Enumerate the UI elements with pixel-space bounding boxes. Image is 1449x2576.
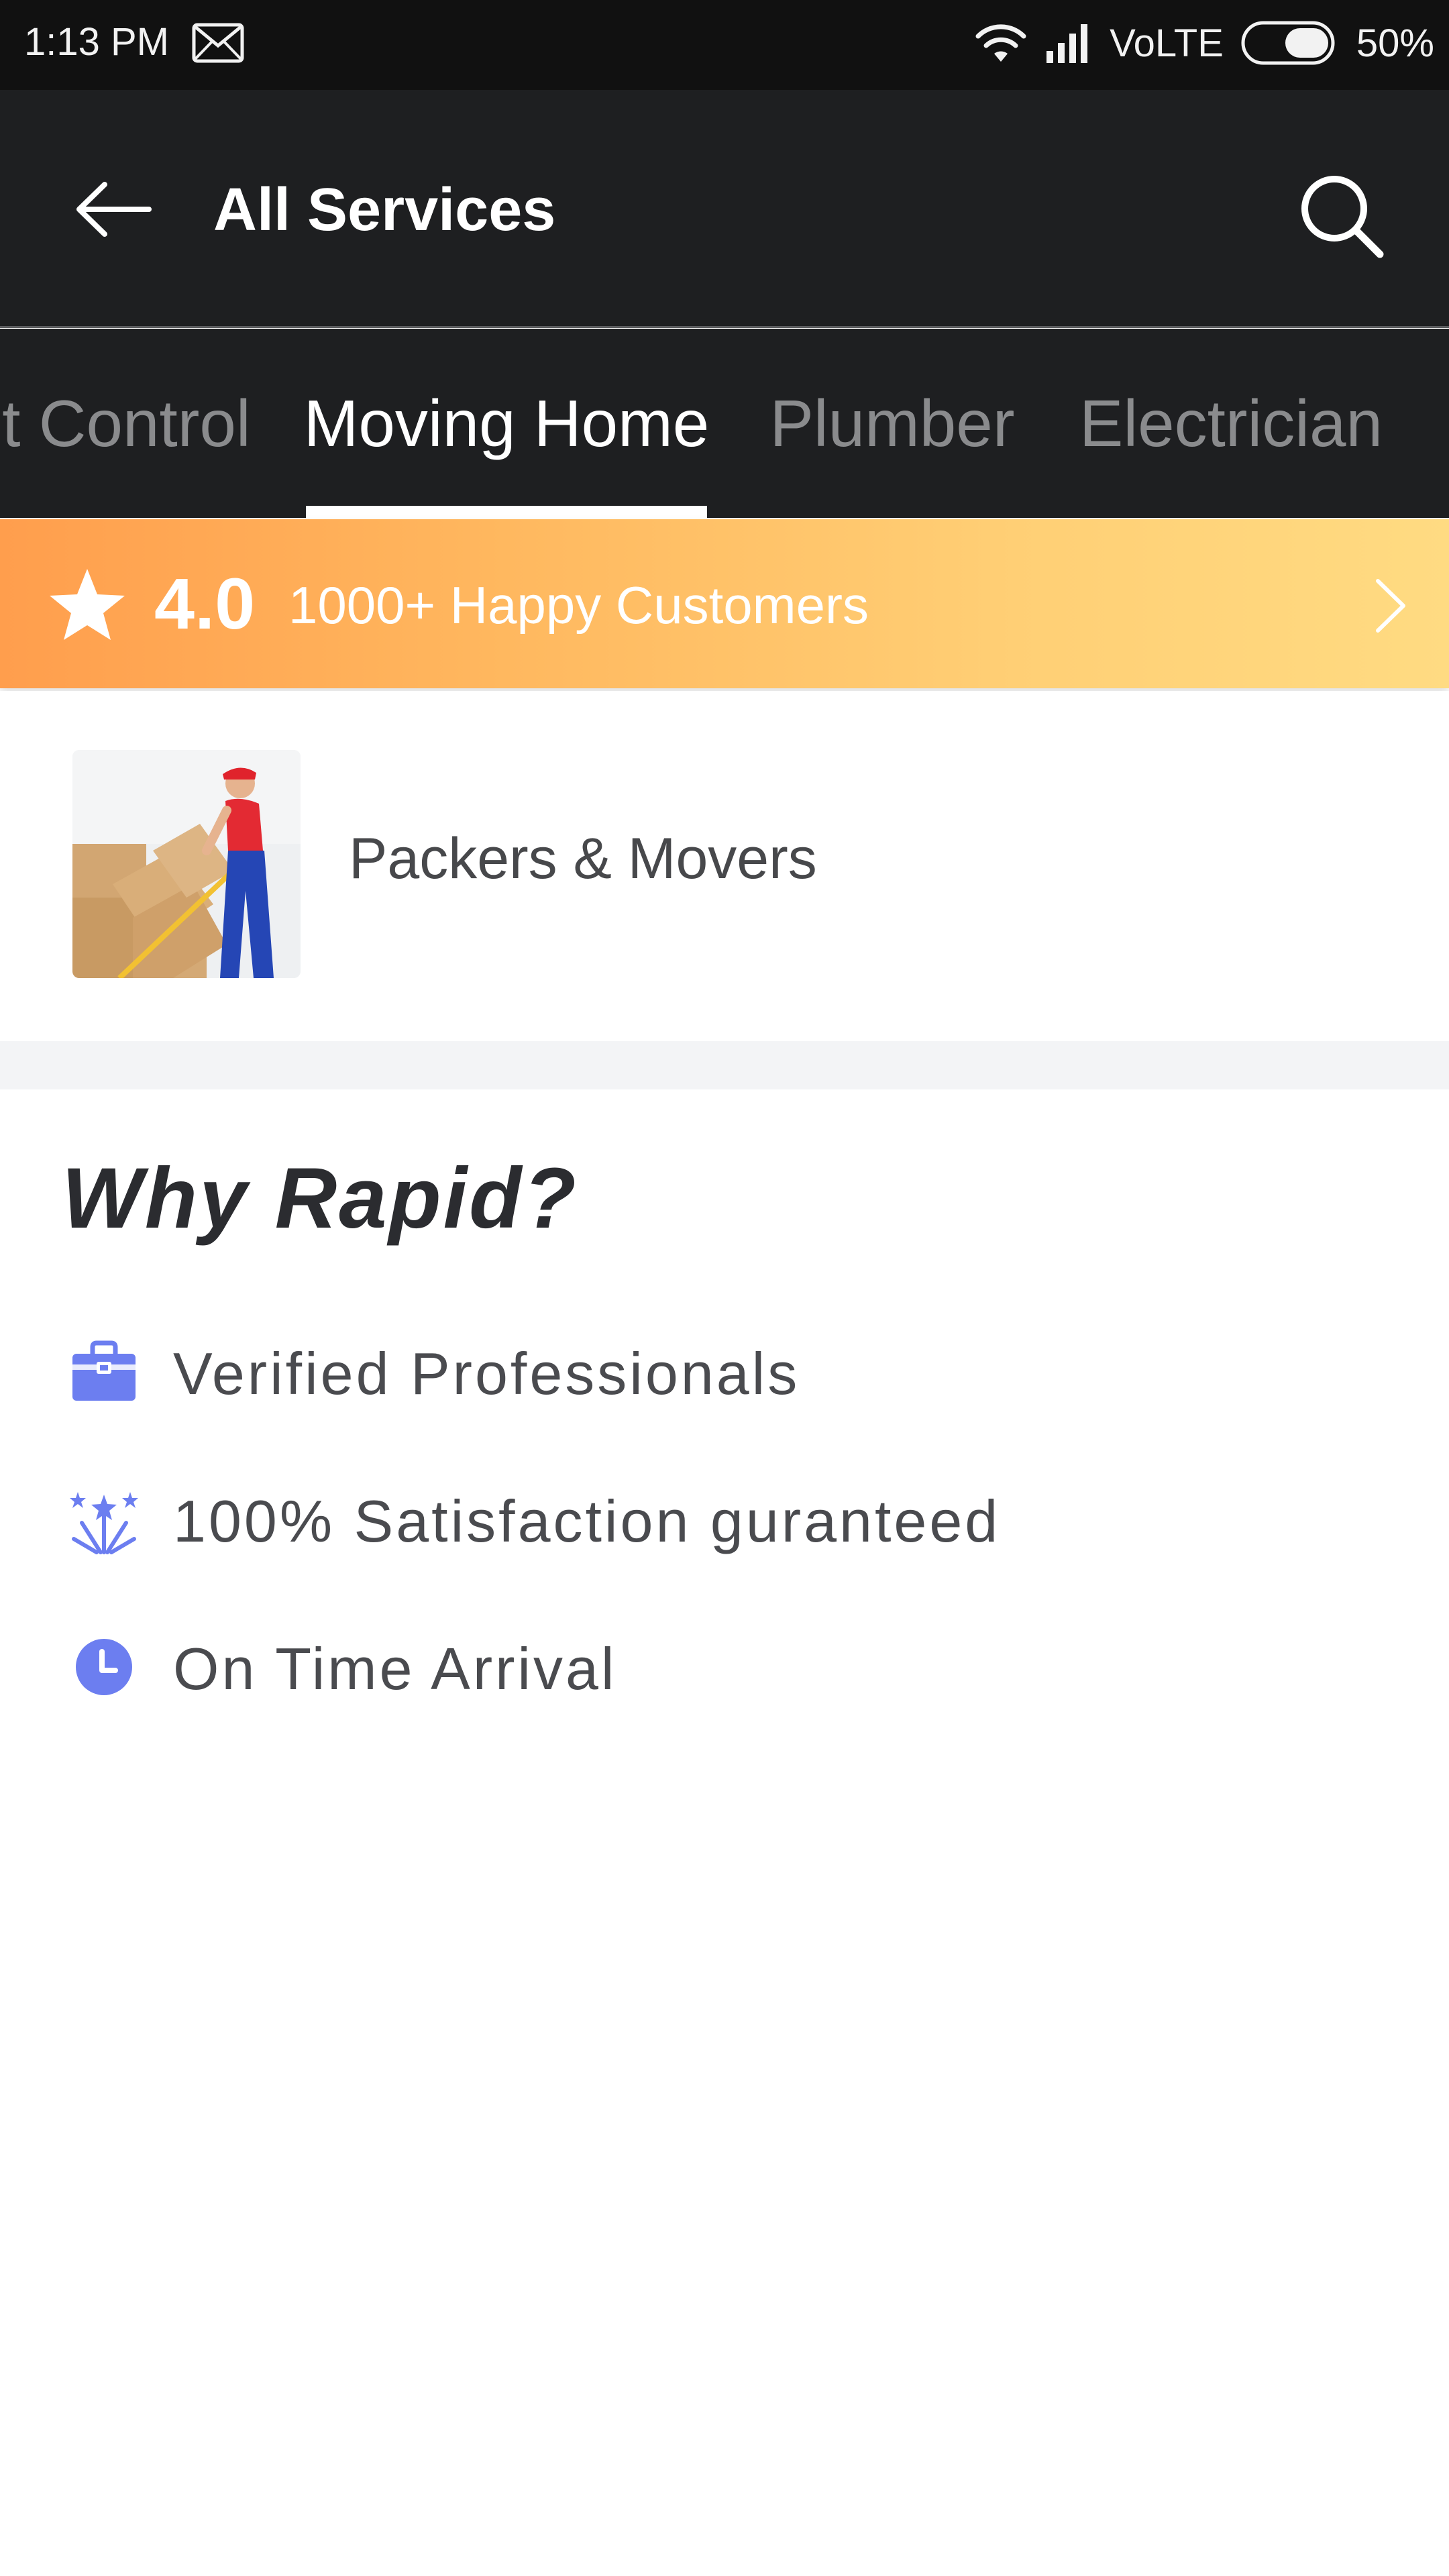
screen: 1:13 PM VoLTE 50% All Services t Control… <box>0 0 1449 2576</box>
page-title: All Services <box>213 176 556 244</box>
mover-illustration <box>72 750 301 978</box>
tab-pest-control[interactable]: Pest Control <box>0 329 258 518</box>
service-name: Packers & Movers <box>349 826 817 891</box>
star-icon <box>50 569 125 640</box>
arrow-left-icon <box>76 182 152 237</box>
tab-label: Pest Control <box>0 386 251 460</box>
feature-text: 100% Satisfaction guranteed <box>173 1488 1001 1554</box>
status-time: 1:13 PM <box>24 20 169 64</box>
chevron-right-icon <box>1376 579 1405 633</box>
wifi-icon <box>975 24 1026 62</box>
divider <box>0 326 1449 328</box>
clock-icon <box>76 1639 132 1695</box>
status-right: VoLTE 50% <box>974 16 1434 70</box>
feature-item: Verified Professionals <box>0 1315 1449 1415</box>
category-tabs: Pest Control Moving Home Plumber Electri… <box>0 329 1449 518</box>
section-separator <box>0 1041 1449 1089</box>
rating-caption: 1000+ Happy Customers <box>288 576 869 635</box>
section-title: Why Rapid? <box>62 1150 578 1246</box>
service-item-packers-movers[interactable]: Packers & Movers <box>0 691 1449 1040</box>
status-bar: 1:13 PM VoLTE 50% <box>0 0 1449 90</box>
rating-banner[interactable]: 4.0 1000+ Happy Customers <box>0 519 1449 688</box>
battery-icon <box>1241 21 1335 65</box>
battery-percent: 50% <box>1356 21 1434 65</box>
tab-indicator <box>306 506 707 518</box>
mail-icon <box>192 23 244 63</box>
app-bar: All Services <box>0 90 1449 328</box>
tab-label: Plumber <box>769 386 1015 460</box>
tab-moving-home[interactable]: Moving Home <box>303 329 710 518</box>
back-button[interactable] <box>67 162 161 256</box>
network-type: VoLTE <box>1110 21 1224 65</box>
search-icon <box>1301 176 1384 258</box>
service-thumbnail <box>72 750 301 978</box>
feature-text: Verified Professionals <box>173 1340 800 1407</box>
signal-icon <box>1046 24 1088 63</box>
rating-value: 4.0 <box>154 563 256 644</box>
feature-text: On Time Arrival <box>173 1635 617 1702</box>
briefcase-icon <box>72 1340 136 1401</box>
sparkle-burst-icon <box>70 1492 138 1554</box>
tab-label: Electrician <box>1079 386 1383 460</box>
tab-electrician[interactable]: Electrician <box>1067 329 1395 518</box>
feature-item: On Time Arrival <box>0 1610 1449 1711</box>
feature-item: 100% Satisfaction guranteed <box>0 1462 1449 1563</box>
search-button[interactable] <box>1288 162 1395 270</box>
tab-plumber[interactable]: Plumber <box>758 329 1026 518</box>
tab-label: Moving Home <box>303 386 710 460</box>
